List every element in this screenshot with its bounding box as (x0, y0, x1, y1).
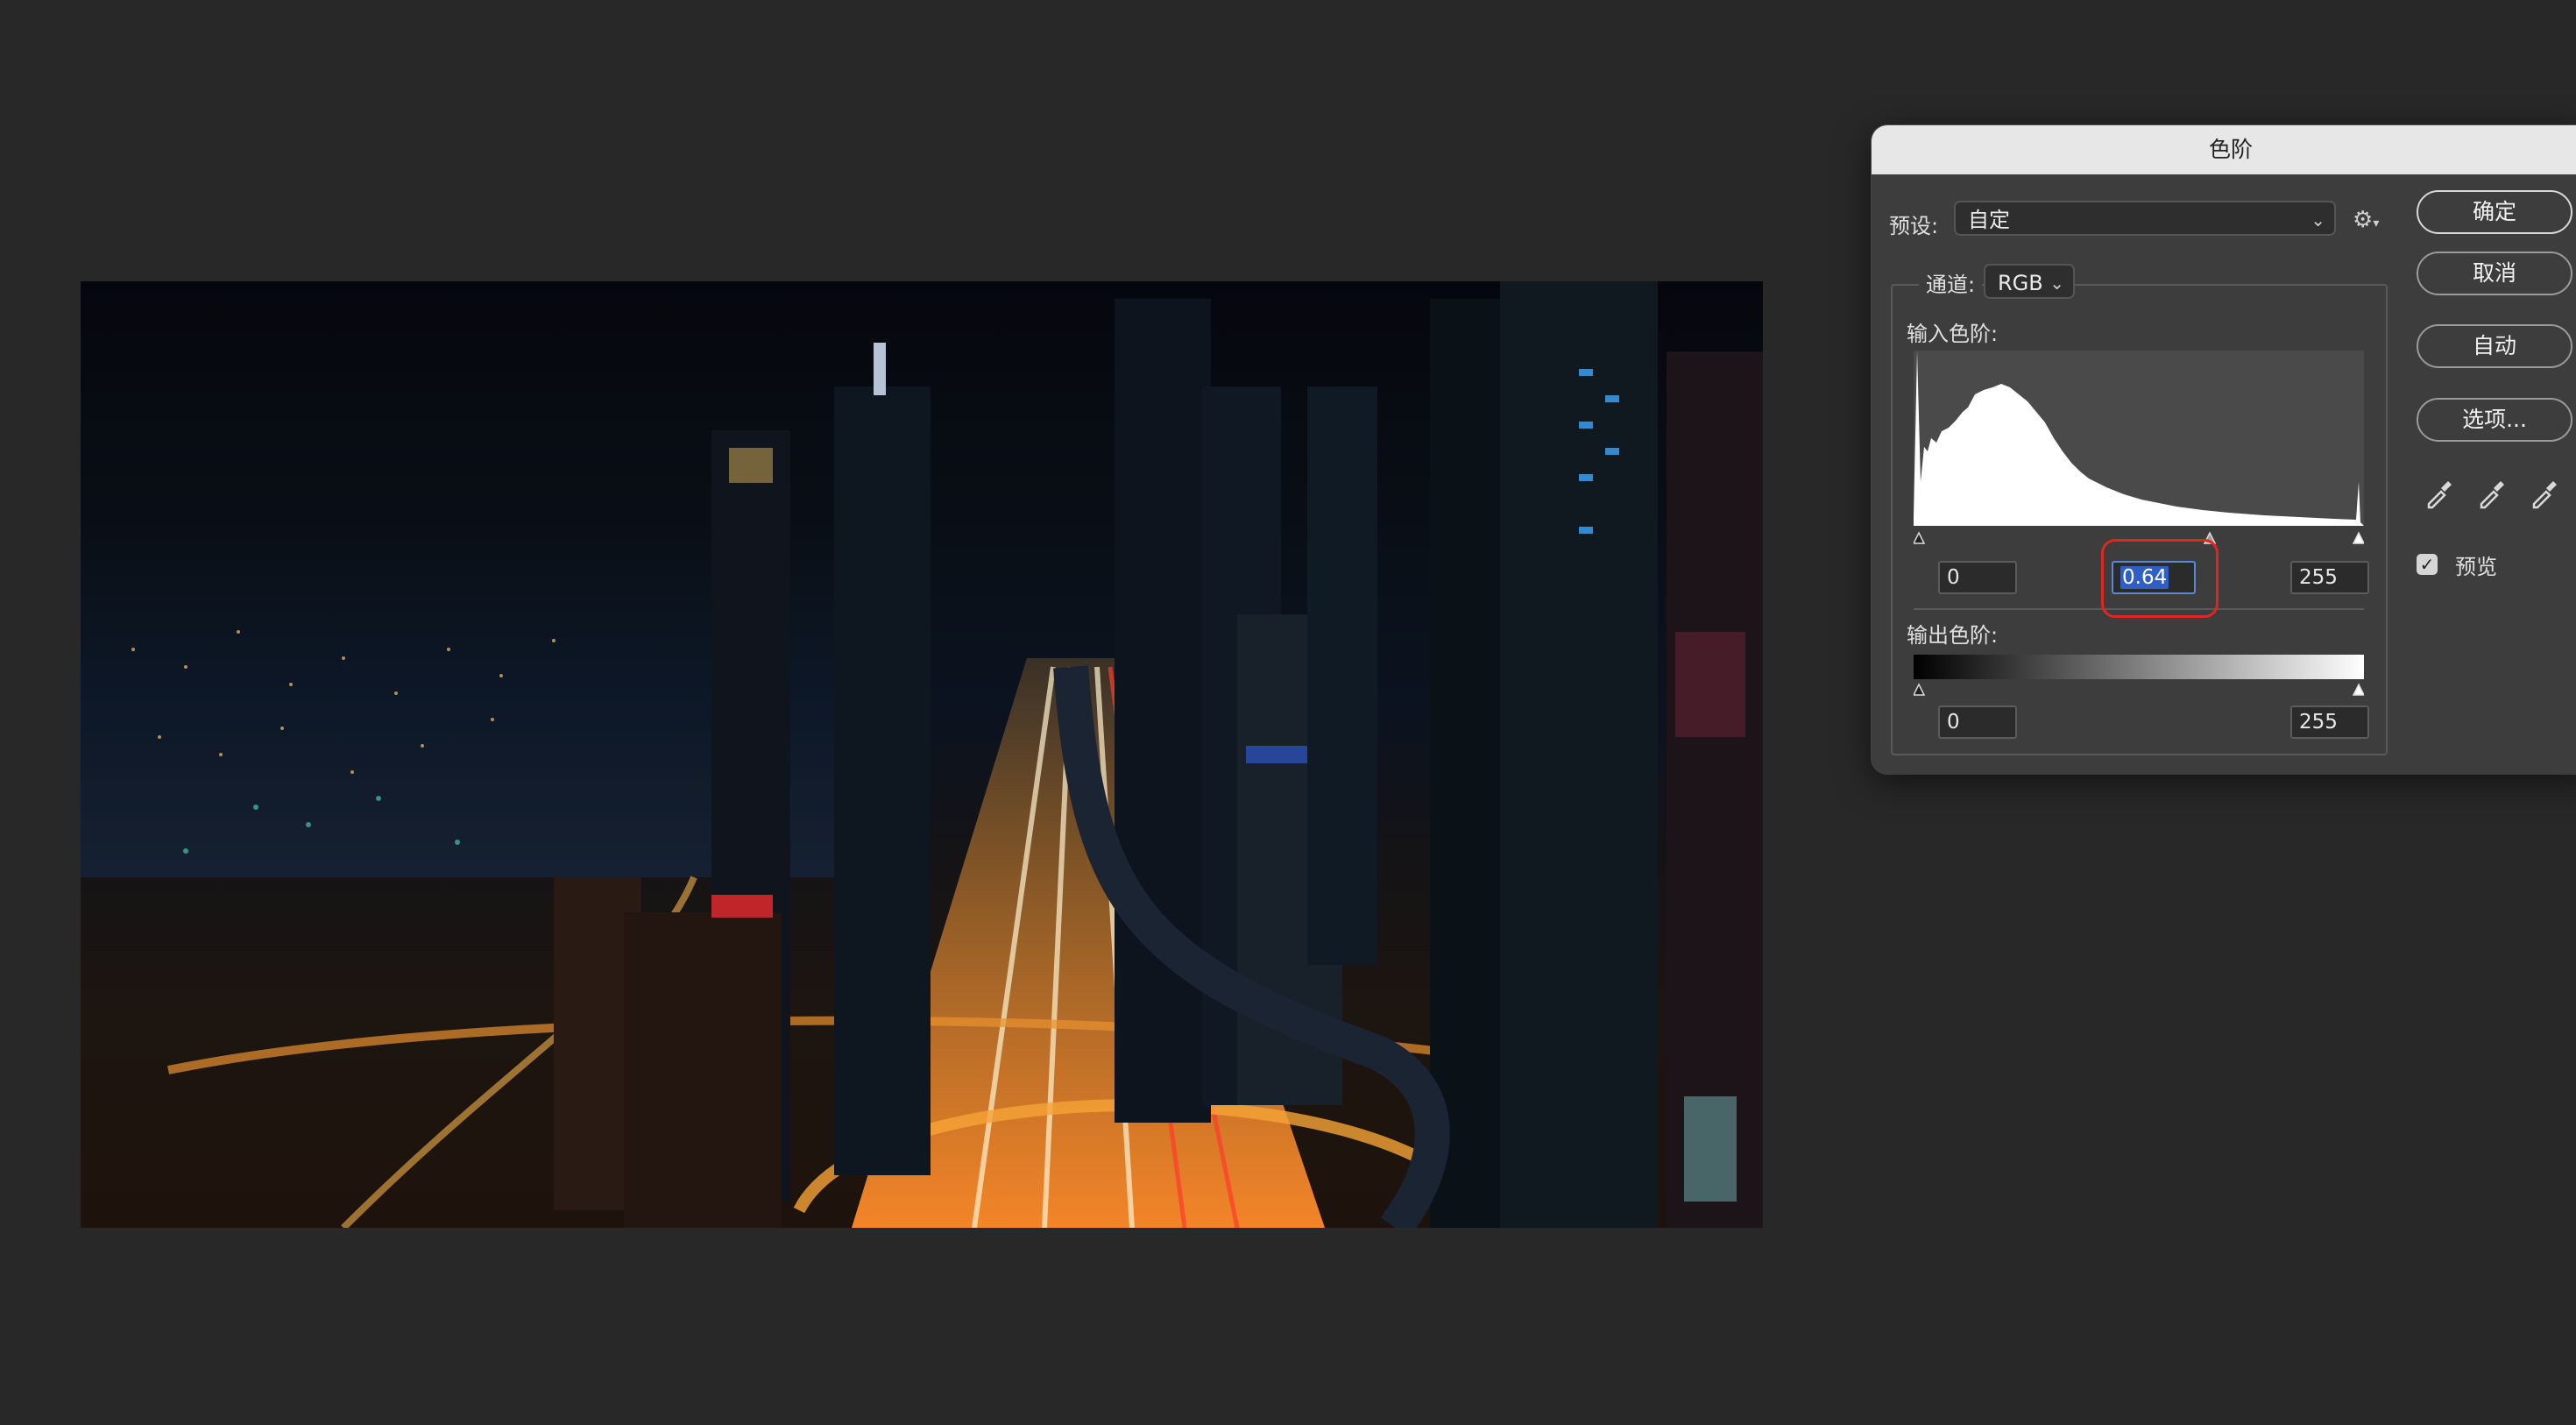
output-black-field[interactable]: 0 (1938, 705, 2017, 739)
white-eyedropper-icon[interactable] (2527, 476, 2562, 511)
channel-value: RGB (1998, 271, 2043, 295)
input-levels-label: 输入色阶: (1907, 322, 1999, 346)
ok-button[interactable]: 确定 (2417, 190, 2572, 234)
white-point-handle (2352, 531, 2364, 544)
gray-eyedropper-icon[interactable] (2474, 476, 2509, 511)
annotation-highlight-ring (2101, 539, 2219, 618)
city-night-photo (81, 281, 1763, 1228)
dialog-title: 色阶 (1872, 125, 2576, 174)
preset-label: 预设: (1889, 214, 1939, 238)
cancel-button[interactable]: 取消 (2417, 252, 2572, 295)
preset-select[interactable]: 自定 ⌄ (1954, 201, 2336, 236)
output-black-handle (1914, 683, 1926, 696)
output-gradient (1914, 655, 2364, 679)
gear-icon[interactable]: ⚙▾ (2353, 202, 2382, 238)
input-white-field[interactable]: 255 (2290, 561, 2369, 594)
output-slider[interactable] (1914, 677, 2364, 698)
histogram (1914, 351, 2364, 526)
chevron-down-icon: ⌄ (2049, 273, 2064, 294)
histogram-graph (1914, 351, 2364, 526)
chevron-down-icon: ⌄ (2311, 209, 2325, 230)
document-image[interactable] (81, 281, 1763, 1228)
black-point-handle (1914, 531, 1926, 544)
preview-label: 预览 (2455, 555, 2497, 579)
input-black-field[interactable]: 0 (1938, 561, 2017, 594)
black-eyedropper-icon[interactable] (2422, 476, 2457, 511)
levels-dialog: 色阶 预设: 自定 ⌄ ⚙▾ 确定 取消 自动 选项... ✓ 预览 通道: R… (1872, 125, 2576, 774)
output-levels-label: 输出色阶: (1907, 623, 1999, 648)
auto-button[interactable]: 自动 (2417, 324, 2572, 368)
preset-value: 自定 (1968, 208, 2010, 232)
output-white-handle (2352, 683, 2364, 696)
workspace-canvas: 色阶 预设: 自定 ⌄ ⚙▾ 确定 取消 自动 选项... ✓ 预览 通道: R… (0, 0, 2576, 1425)
preview-checkbox[interactable]: ✓ (2417, 554, 2438, 575)
output-white-field[interactable]: 255 (2290, 705, 2369, 739)
options-button[interactable]: 选项... (2417, 398, 2572, 442)
channel-select[interactable]: RGB ⌄ (1984, 264, 2075, 299)
channel-label: 通道: (1919, 267, 1983, 298)
